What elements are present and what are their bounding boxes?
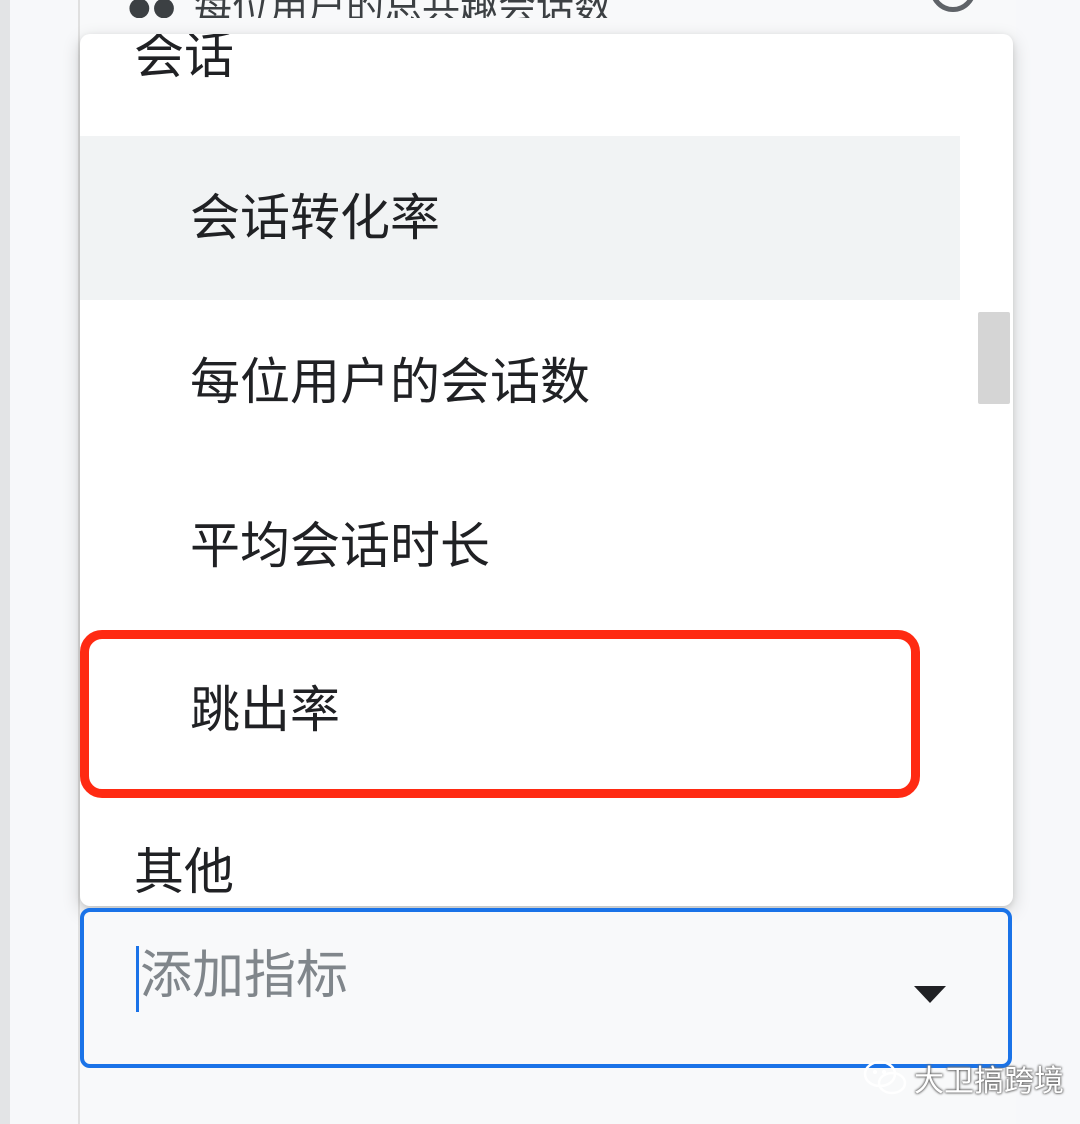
dropdown-arrow-icon[interactable] (914, 986, 946, 1003)
metric-chip-label: 每位用户的总共趣会话数 (194, 0, 612, 18)
remove-icon[interactable] (930, 0, 976, 12)
option-average-session-duration[interactable]: 平均会话时长 (80, 464, 960, 628)
highlight-annotation-box (80, 630, 920, 798)
drag-handle-icon[interactable]: ●● (128, 0, 177, 18)
option-session-conversion-rate[interactable]: 会话转化率 (80, 136, 960, 300)
watermark: 大卫搞跨境 (862, 1056, 1064, 1100)
add-metric-placeholder: 添加指标 (140, 946, 349, 1006)
group-header-other: 其他 (134, 843, 234, 901)
wechat-icon (863, 1060, 907, 1095)
watermark-text: 大卫搞跨境 (914, 1064, 1064, 1099)
group-header-session: 会话 (134, 34, 234, 85)
left-edge-divider (0, 0, 10, 1124)
scrollbar-thumb[interactable] (978, 312, 1010, 404)
option-sessions-per-user[interactable]: 每位用户的会话数 (80, 300, 960, 464)
add-metric-input[interactable]: 添加指标 (80, 908, 1012, 1068)
metric-chip-behind: ●● 每位用户的总共趣会话数 (120, 0, 1000, 18)
text-caret (136, 946, 139, 1012)
